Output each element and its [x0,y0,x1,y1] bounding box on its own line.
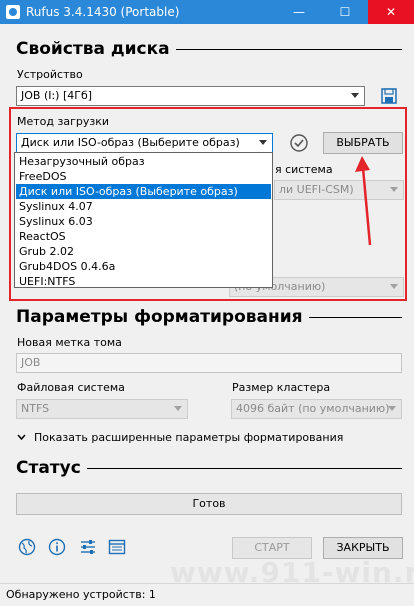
status-progress-text: Готов [192,497,226,510]
annotation-highlight-box [9,107,407,301]
filesystem-label: Файловая система [17,381,125,394]
status-heading: Статус [16,457,87,479]
chevron-down-icon [388,406,396,411]
device-select-value: JOB (I:) [4Гб] [21,89,93,102]
device-count-text: Обнаружено устройств: 1 [6,588,156,601]
info-icon[interactable] [48,538,66,556]
chevron-down-icon [174,406,182,411]
window-title: Rufus 3.4.1430 (Portable) [26,5,180,19]
settings-sliders-icon[interactable] [79,538,97,556]
title-bar[interactable]: Rufus 3.4.1430 (Portable) — ☐ ✕ [0,0,414,24]
drive-properties-heading: Свойства диска [16,38,176,60]
cluster-size-label: Размер кластера [232,381,331,394]
advanced-format-toggle[interactable]: Показать расширенные параметры форматиро… [16,430,356,446]
filesystem-select[interactable]: NTFS [16,399,188,419]
device-select[interactable]: JOB (I:) [4Гб] [16,86,365,106]
status-progress-bar: Готов [16,493,402,515]
status-bar: Обнаружено устройств: 1 [0,583,414,606]
chevron-down-icon [351,93,359,98]
minimize-button[interactable]: — [276,0,322,24]
volume-label-input[interactable]: JOB [16,353,402,373]
close-window-button[interactable]: ✕ [368,0,414,24]
device-label: Устройство [17,68,83,81]
rufus-app-icon [6,5,20,19]
annotation-arrow-icon [355,156,372,246]
cluster-size-select-value: 4096 байт (по умолчанию) [236,402,390,415]
language-globe-icon[interactable] [18,538,36,556]
save-drive-icon[interactable] [380,87,398,105]
filesystem-select-value: NTFS [21,402,50,415]
volume-label-label: Новая метка тома [17,336,122,349]
chevron-down-icon [17,434,26,441]
log-list-icon[interactable] [108,538,126,556]
format-options-heading: Параметры форматирования [16,306,309,328]
cluster-size-select[interactable]: 4096 байт (по умолчанию) [231,399,402,419]
advanced-format-toggle-label: Показать расширенные параметры форматиро… [34,431,344,444]
maximize-button[interactable]: ☐ [322,0,368,24]
